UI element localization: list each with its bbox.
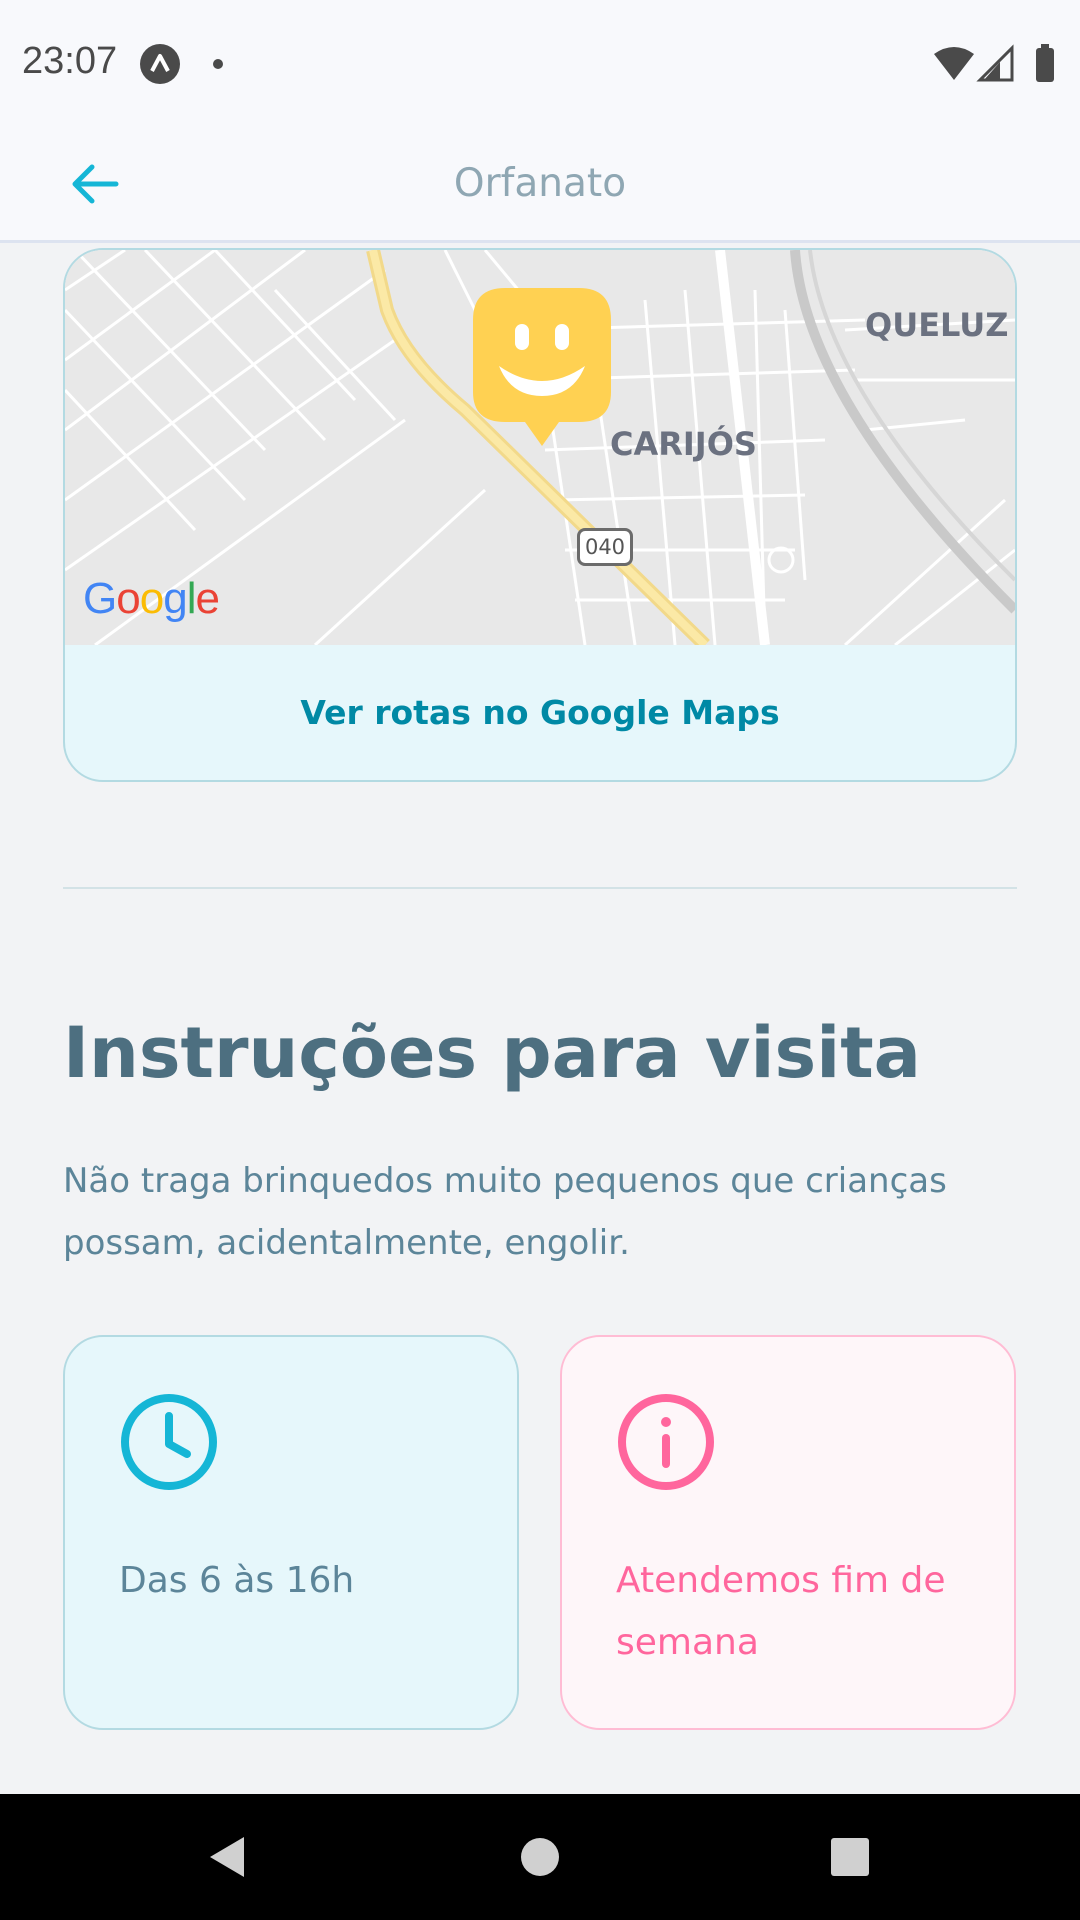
page-title: Orfanato [453,161,627,206]
map-card: QUELUZ CARIJÓS 040 Google Ver rotas no G… [63,248,1017,782]
nav-recents-button[interactable] [790,1794,910,1920]
map-view[interactable]: QUELUZ CARIJÓS 040 Google [65,250,1015,645]
wifi-icon [934,47,974,80]
circle-home-icon [521,1838,559,1876]
map-label-queluz: QUELUZ [865,306,1009,344]
map-label-carijos: CARIJÓS [610,425,757,463]
navigation-bar [0,1794,1080,1920]
weekend-card: Atendemos fim de semana [560,1335,1016,1730]
weekend-text: Atendemos fim de semana [616,1560,946,1663]
opening-hours-card: Das 6 às 16h [63,1335,519,1730]
instructions-text: Não traga brinquedos muito pequenos que … [63,1161,947,1263]
nav-home-button[interactable] [480,1794,600,1920]
square-recents-icon [831,1838,869,1876]
expo-app-icon [140,44,180,84]
header: Orfanato [0,125,1080,243]
status-bar: 23:07 [0,0,1080,125]
map-marker-icon[interactable] [469,284,615,450]
info-icon [618,1394,714,1490]
opening-hours-text: Das 6 às 16h [119,1560,355,1601]
road-shield: 040 [577,528,633,566]
notification-dot-icon [213,59,223,69]
triangle-back-icon [210,1837,244,1877]
instructions-title: Instruções para visita [63,1012,921,1094]
status-icons [932,44,1062,84]
google-maps-routes-button[interactable]: Ver rotas no Google Maps [65,645,1015,780]
clock-icon [121,1394,217,1490]
signal-icon [976,44,1014,82]
battery-icon [1036,44,1054,82]
google-logo: Google [83,574,220,623]
status-time: 23:07 [22,40,118,82]
divider [63,887,1017,889]
nav-back-button[interactable] [166,1794,286,1920]
